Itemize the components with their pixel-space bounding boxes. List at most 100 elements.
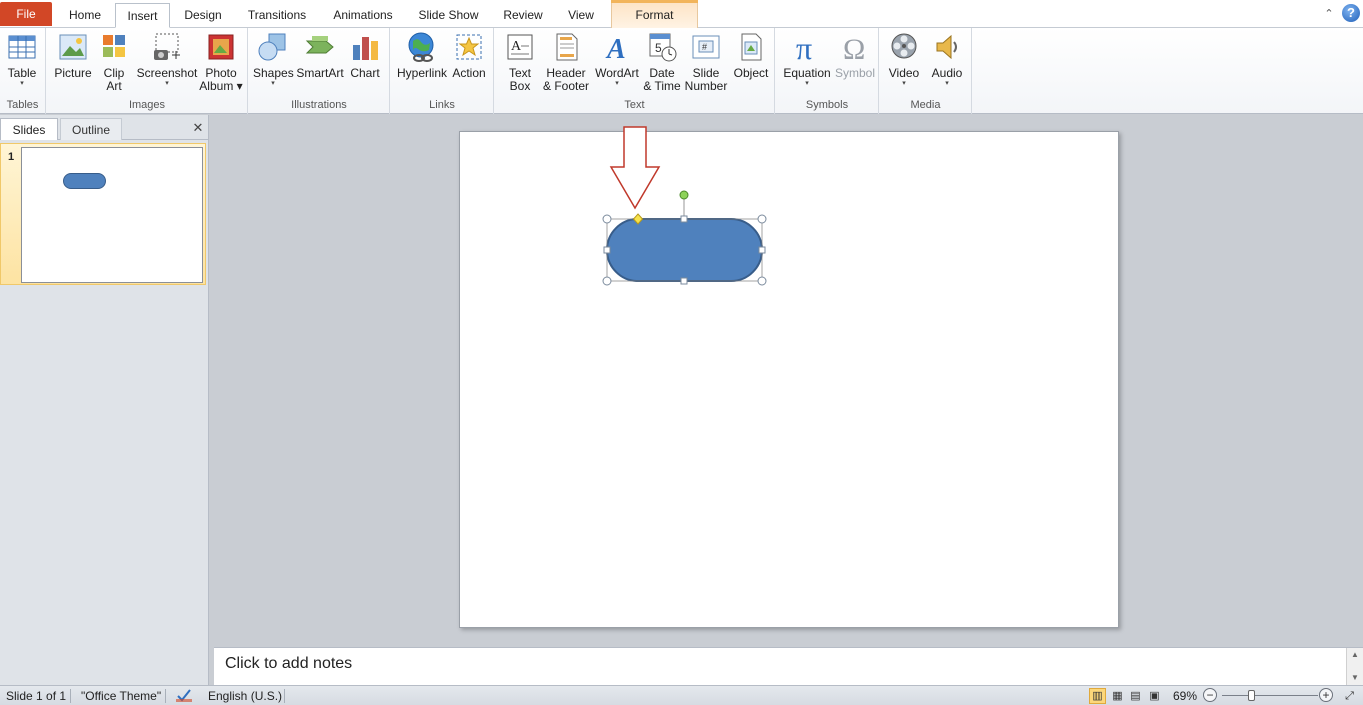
tab-insert[interactable]: Insert	[115, 3, 170, 28]
audio-button[interactable]: Audio ▾	[927, 31, 967, 88]
chart-label: Chart	[350, 66, 380, 80]
equation-dropdown-icon: ▾	[805, 80, 809, 87]
text-box-button[interactable]: A Text Box	[501, 31, 539, 93]
photo-album-dropdown-icon: ▾	[236, 79, 243, 93]
tab-design[interactable]: Design	[176, 3, 230, 28]
minimize-ribbon-icon[interactable]: ⌃	[1322, 7, 1336, 21]
screenshot-label: Screenshot	[136, 66, 198, 80]
zoom-in-button[interactable]: +	[1319, 688, 1333, 702]
reading-view-button[interactable]: ▤	[1127, 688, 1144, 704]
scroll-down-icon[interactable]: ▼	[1351, 673, 1359, 682]
group-label-illustrations: Illustrations	[291, 99, 347, 111]
picture-label: Picture	[54, 66, 92, 80]
slide-number-icon: #	[690, 31, 722, 63]
screenshot-dropdown-icon: ▾	[165, 80, 169, 87]
equation-label: Equation	[783, 66, 831, 80]
group-label-links: Links	[429, 99, 455, 111]
slides-panel: Slides Outline ✕ 1	[0, 115, 209, 685]
picture-button[interactable]: Picture	[52, 31, 94, 80]
equation-button[interactable]: π Equation ▾	[781, 30, 833, 88]
ribbon: Table ▾ Tables Picture Clip Art Screensh…	[0, 28, 1363, 114]
thumbnail-rounded-rectangle-shape	[63, 173, 106, 189]
header-footer-button[interactable]: Header & Footer	[543, 31, 589, 93]
tab-view[interactable]: View	[558, 3, 604, 28]
tab-format[interactable]: Format	[611, 3, 698, 28]
scroll-up-icon[interactable]: ▲	[1351, 650, 1359, 659]
group-tables: Table ▾ Tables	[0, 28, 46, 114]
tab-home[interactable]: Home	[60, 3, 110, 28]
tab-file[interactable]: File	[0, 2, 52, 26]
resize-handle-top-right[interactable]	[757, 214, 767, 224]
group-label-symbols: Symbols	[805, 99, 849, 111]
zoom-out-button[interactable]: −	[1203, 688, 1217, 702]
tab-review[interactable]: Review	[496, 3, 550, 28]
slide-canvas[interactable]	[459, 131, 1119, 628]
normal-view-button[interactable]: ▥	[1089, 688, 1106, 704]
symbol-label: Symbol	[834, 66, 875, 80]
action-button[interactable]: Action	[450, 31, 488, 80]
help-icon[interactable]: ?	[1342, 4, 1360, 22]
screenshot-button[interactable]: Screenshot ▾	[136, 31, 198, 88]
rounded-rectangle-shape[interactable]	[606, 218, 763, 282]
tab-transitions[interactable]: Transitions	[240, 3, 314, 28]
slide-thumbnail-item[interactable]: 1	[0, 143, 206, 285]
clip-art-button[interactable]: Clip Art	[96, 31, 132, 93]
slide-thumbnail[interactable]	[21, 147, 203, 283]
group-label-text: Text	[624, 99, 645, 111]
zoom-slider[interactable]	[1222, 695, 1318, 696]
svg-text:#: #	[702, 42, 707, 52]
chart-button[interactable]: Chart	[346, 31, 384, 80]
hyperlink-label: Hyperlink	[396, 66, 447, 80]
group-text: A Text Box Header & Footer A WordArt ▾ 5…	[495, 28, 775, 114]
zoom-slider-thumb[interactable]	[1248, 690, 1255, 701]
wordart-button[interactable]: A WordArt ▾	[592, 31, 642, 88]
clip-art-icon	[98, 31, 130, 63]
photo-album-label-2-text: Album	[199, 79, 234, 93]
resize-handle-top[interactable]	[680, 215, 688, 223]
resize-handle-bottom-right[interactable]	[757, 276, 767, 286]
smartart-button[interactable]: SmartArt	[296, 31, 344, 80]
object-button[interactable]: Object	[731, 31, 771, 80]
close-icon[interactable]: ✕	[192, 121, 204, 134]
table-dropdown-icon: ▾	[20, 80, 24, 87]
resize-handle-left[interactable]	[603, 246, 611, 254]
resize-handle-top-left[interactable]	[602, 214, 612, 224]
date-time-button[interactable]: 5 Date & Time	[643, 31, 681, 93]
language-status[interactable]: English (U.S.)	[208, 689, 282, 703]
wordart-label: WordArt	[595, 66, 639, 80]
smartart-icon	[304, 31, 336, 63]
tab-animations[interactable]: Animations	[325, 3, 401, 28]
tab-slides[interactable]: Slides	[0, 118, 58, 140]
tab-outline[interactable]: Outline	[60, 118, 122, 140]
resize-handle-right[interactable]	[758, 246, 766, 254]
wordart-icon: A	[601, 31, 633, 65]
fit-slide-to-window-button[interactable]: ⤢	[1341, 688, 1358, 704]
spell-check-icon[interactable]	[175, 687, 193, 705]
shapes-button[interactable]: Shapes ▾	[253, 31, 294, 88]
notes-pane[interactable]: Click to add notes ▲ ▼	[214, 647, 1363, 686]
selected-shape-overlay	[602, 126, 767, 286]
table-button[interactable]: Table ▾	[4, 31, 40, 88]
notes-scrollbar[interactable]: ▲ ▼	[1346, 648, 1363, 686]
tab-slide-show[interactable]: Slide Show	[411, 3, 486, 28]
group-label-images: Images	[128, 99, 166, 111]
svg-text:π: π	[796, 31, 812, 63]
rotation-handle[interactable]	[679, 190, 689, 200]
hyperlink-button[interactable]: Hyperlink	[396, 31, 448, 80]
resize-handle-bottom-left[interactable]	[602, 276, 612, 286]
notes-placeholder[interactable]: Click to add notes	[225, 655, 352, 673]
slide-sorter-view-button[interactable]: ▦	[1109, 688, 1126, 704]
slide-show-view-button[interactable]: ▣	[1146, 688, 1163, 704]
slide-number-button[interactable]: # Slide Number	[684, 31, 728, 93]
resize-handle-bottom[interactable]	[680, 277, 688, 285]
theme-status[interactable]: "Office Theme"	[81, 689, 161, 703]
photo-album-button[interactable]: Photo Album ▾	[199, 31, 243, 93]
group-media: Video ▾ Audio ▾ Media	[880, 28, 972, 114]
smartart-label: SmartArt	[296, 66, 344, 80]
speaker-icon	[931, 31, 963, 63]
action-icon	[453, 31, 485, 63]
object-label: Object	[733, 66, 769, 80]
zoom-level[interactable]: 69%	[1173, 689, 1197, 703]
video-button[interactable]: Video ▾	[884, 31, 924, 88]
symbol-button[interactable]: Ω Symbol	[834, 31, 876, 80]
